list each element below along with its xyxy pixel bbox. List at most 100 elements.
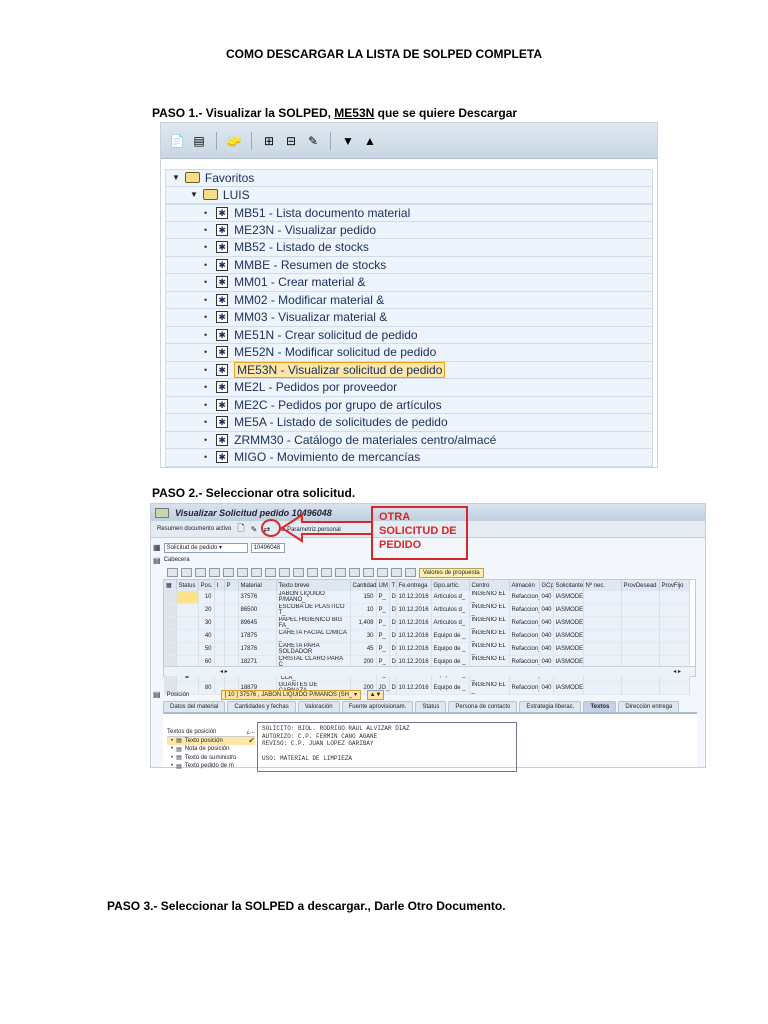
tab-status[interactable]: Status bbox=[415, 700, 447, 712]
favorite-item[interactable]: • ✱ ME52N - Modificar solicitud de pedido bbox=[165, 344, 653, 362]
favorite-item[interactable]: • ✱ ME2C - Pedidos por grupo de artículos bbox=[165, 396, 653, 414]
horizontal-scrollbar[interactable]: ◂ ▸ ◂ ▸ bbox=[164, 666, 695, 676]
eraser-icon[interactable]: 🧽 bbox=[226, 133, 242, 149]
add-favorite-icon[interactable]: ⊞ bbox=[261, 133, 277, 149]
column-header[interactable]: Fe.entrega bbox=[396, 580, 432, 591]
text-type-item[interactable]: • ▤ Nota de posición bbox=[167, 745, 255, 754]
toolbar-button[interactable] bbox=[237, 568, 248, 577]
column-header[interactable]: P bbox=[224, 580, 239, 591]
new-session-icon[interactable]: 📄 bbox=[169, 133, 185, 149]
favorite-item[interactable]: • ✱ ME51N - Crear solicitud de pedido bbox=[165, 326, 653, 344]
tab-direcci-n-entrega[interactable]: Dirección entrega bbox=[618, 700, 680, 712]
item-text-editor[interactable]: SOLICITO: BIOL. RODRIGO RAUL ALVIZAR DIA… bbox=[257, 722, 517, 772]
toolbar-button[interactable] bbox=[307, 568, 318, 577]
favorite-item[interactable]: • ✱ ME53N - Visualizar solicitud de pedido bbox=[165, 361, 653, 379]
favorite-item[interactable]: • ✱ MM03 - Visualizar material & bbox=[165, 309, 653, 327]
column-header[interactable]: Gpo.artíc. bbox=[431, 580, 470, 591]
table-row[interactable]: 10 37576 JABON LIQUIDO P/MANO_ 150 P_ D 10.12.… bbox=[164, 591, 690, 604]
row-selector[interactable] bbox=[164, 642, 177, 656]
column-header[interactable]: Status bbox=[176, 580, 199, 591]
column-header[interactable]: T bbox=[389, 580, 397, 591]
column-header[interactable]: UM bbox=[376, 580, 390, 591]
tab-textos[interactable]: Textos bbox=[583, 700, 617, 712]
favorite-item[interactable]: • ✱ ME2L - Pedidos por proveedor bbox=[165, 379, 653, 397]
column-header[interactable]: Solicitante bbox=[553, 580, 584, 591]
column-header[interactable]: Texto breve bbox=[276, 580, 351, 591]
edit-icon[interactable]: ✎ bbox=[251, 525, 258, 534]
favorite-item[interactable]: • ✱ MM02 - Modificar material & bbox=[165, 291, 653, 309]
tree-folder-favoritos[interactable]: ▼ Favoritos bbox=[165, 169, 653, 187]
column-header[interactable]: Cantidad bbox=[350, 580, 377, 591]
doc-type-select[interactable]: Solicitud de pedido ▾ bbox=[163, 542, 248, 553]
favorite-item[interactable]: • ✱ MMBE - Resumen de stocks bbox=[165, 256, 653, 274]
toolbar-button[interactable] bbox=[209, 568, 220, 577]
table-row[interactable]: 30 89645 PAPEL HIGIENICO BIG FA_ 1,408 P_ D 10… bbox=[164, 616, 690, 630]
move-up-icon[interactable]: ▲ bbox=[362, 133, 378, 149]
toolbar-button[interactable] bbox=[223, 568, 234, 577]
window-icon[interactable]: ▤ bbox=[191, 133, 207, 149]
column-header[interactable]: Almacén bbox=[509, 580, 540, 591]
toolbar-button[interactable] bbox=[293, 568, 304, 577]
favorite-item[interactable]: • ✱ ME5A - Listado de solicitudes de pedid… bbox=[165, 414, 653, 432]
tab-persona-de-contacto[interactable]: Persona de contacto bbox=[448, 700, 518, 712]
delete-favorite-icon[interactable]: ⊟ bbox=[283, 133, 299, 149]
toolbar-button[interactable] bbox=[167, 568, 178, 577]
column-header[interactable]: GCp bbox=[539, 580, 554, 591]
toolbar-button[interactable] bbox=[321, 568, 332, 577]
toolbar-button[interactable] bbox=[335, 568, 346, 577]
default-values-button[interactable]: Valores de propuesta bbox=[419, 567, 484, 578]
table-row[interactable]: 40 17875 CARETA FACIAL C/MICA _ 30 P_ D 10.12.… bbox=[164, 629, 690, 643]
row-selector[interactable] bbox=[164, 603, 177, 617]
toolbar-button[interactable] bbox=[363, 568, 374, 577]
column-header[interactable]: ProvFijo bbox=[659, 580, 690, 591]
toolbar-button[interactable] bbox=[377, 568, 388, 577]
table-cell bbox=[176, 591, 199, 604]
favorite-item[interactable]: • ✱ MB51 - Lista documento material bbox=[165, 204, 653, 222]
column-header[interactable]: Nº nec. bbox=[583, 580, 622, 591]
pencil-icon[interactable]: ✎ bbox=[305, 133, 321, 149]
favorite-item[interactable]: • ✱ MIGO - Movimiento de mercancías bbox=[165, 449, 653, 467]
move-down-icon[interactable]: ▼ bbox=[340, 133, 356, 149]
toolbar-button[interactable] bbox=[195, 568, 206, 577]
toolbar-button[interactable] bbox=[265, 568, 276, 577]
text-type-item[interactable]: • ▤ Texto de suministro bbox=[167, 754, 255, 763]
menu-icon[interactable] bbox=[155, 507, 169, 518]
toolbar-button[interactable] bbox=[391, 568, 402, 577]
row-selector[interactable] bbox=[164, 629, 177, 643]
row-selector[interactable] bbox=[164, 616, 177, 630]
table-row[interactable]: 20 86500 ESCOBA DE PLASTICO T_ 10 P_ D 10.12.2… bbox=[164, 603, 690, 617]
toolbar-button[interactable] bbox=[405, 568, 416, 577]
tab-estrategia-liberac-[interactable]: Estrategia liberac. bbox=[519, 700, 582, 712]
tab-datos-del-material[interactable]: Datos del material bbox=[163, 700, 226, 712]
prev-item-button[interactable]: ▲▼ bbox=[366, 689, 385, 700]
new-document-icon[interactable]: 🗋 bbox=[237, 521, 244, 537]
tab-valoraci-n[interactable]: Valoración bbox=[297, 700, 340, 712]
toolbar-button[interactable] bbox=[251, 568, 262, 577]
table-cell bbox=[214, 629, 225, 643]
favorite-item[interactable]: • ✱ MB52 - Listado de stocks bbox=[165, 239, 653, 257]
table-row[interactable]: 50 17876 CARETA PARA SOLDADOR 45 P_ D 10.12.20… bbox=[164, 642, 690, 656]
table-cell: 45 bbox=[350, 642, 377, 656]
column-header[interactable]: Pos. bbox=[198, 580, 215, 591]
tab-fuente-aprovisionam-[interactable]: Fuente aprovisionam. bbox=[341, 700, 414, 712]
resumen-documento-button[interactable]: Resumen documento activo bbox=[157, 526, 231, 532]
column-header[interactable]: I bbox=[214, 580, 225, 591]
row-selector[interactable] bbox=[164, 591, 177, 604]
toolbar-button[interactable] bbox=[279, 568, 290, 577]
toolbar-button[interactable] bbox=[349, 568, 360, 577]
column-header[interactable]: Material bbox=[238, 580, 277, 591]
favorite-item[interactable]: • ✱ ME23N - Visualizar pedido bbox=[165, 221, 653, 239]
column-header[interactable]: Centro bbox=[469, 580, 510, 591]
text-type-item[interactable]: • ▤ Texto posición ✔ bbox=[167, 736, 255, 745]
position-select[interactable]: [ 10 ] 37576 , JABON LIQUIDO P/MANOS (SH… bbox=[220, 689, 361, 700]
tab-cantidades-y-fechas[interactable]: Cantidades y fechas bbox=[227, 700, 296, 712]
text-type-item[interactable]: • ▤ Texto pedido de m bbox=[167, 762, 255, 771]
select-all-icon[interactable]: ▦ bbox=[164, 580, 177, 591]
column-header[interactable]: ProvDesead bbox=[621, 580, 660, 591]
table-cell: PAPEL HIGIENICO BIG FA_ bbox=[276, 616, 351, 630]
favorite-item[interactable]: • ✱ ZRMM30 - Catálogo de materiales centro… bbox=[165, 431, 653, 449]
table-cell: D bbox=[389, 603, 397, 617]
toolbar-button[interactable] bbox=[181, 568, 192, 577]
favorite-item[interactable]: • ✱ MM01 - Crear material & bbox=[165, 274, 653, 292]
tree-folder-luis[interactable]: ▼ LUIS bbox=[165, 186, 653, 204]
